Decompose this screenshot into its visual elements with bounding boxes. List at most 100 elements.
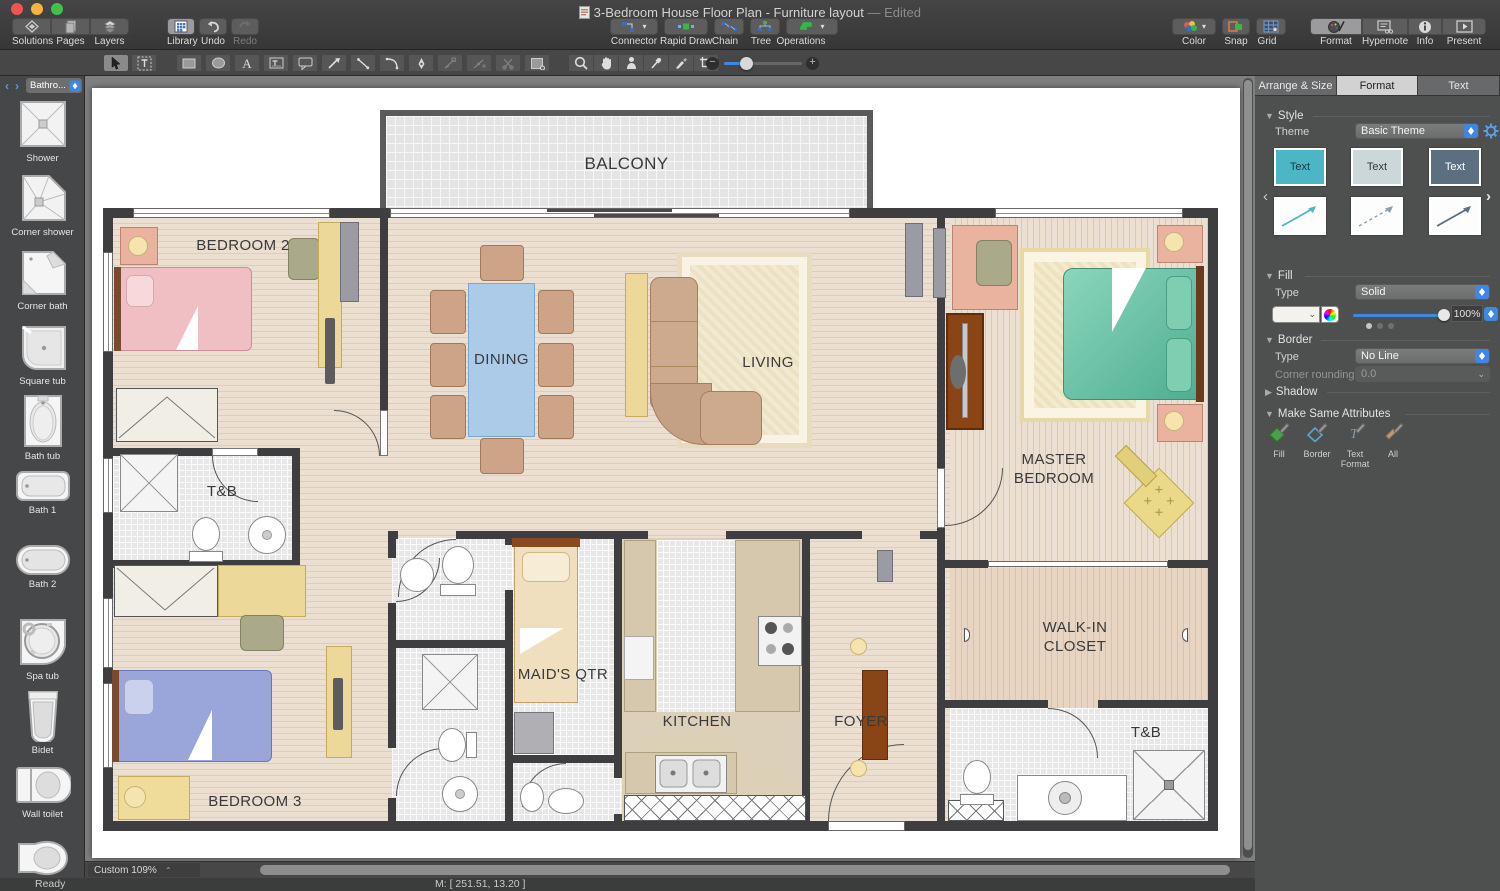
split-tool-button[interactable] [495,54,521,72]
lamp[interactable] [124,786,146,808]
library-shape-shower[interactable]: Shower [0,98,85,164]
textbox-tool-button[interactable] [263,54,289,72]
style-preview-fill-2[interactable]: Text [1351,148,1403,186]
foyer-label[interactable]: FOYER [801,712,921,731]
sink[interactable] [548,788,584,814]
solutions-button[interactable] [12,18,51,35]
style-preview-line-2[interactable] [1351,197,1403,235]
eyedropper-tool-button[interactable] [643,54,669,72]
brush-tool-button[interactable] [668,54,694,72]
library-category-dropdown[interactable]: Bathro... [26,78,82,93]
pan-tool-button[interactable] [593,54,619,72]
format-panel-button[interactable] [1310,18,1362,35]
style-preview-line-3[interactable] [1429,197,1481,235]
pages-button[interactable] [51,18,90,35]
desk[interactable] [218,565,306,617]
desk-chair[interactable] [976,240,1012,286]
master-label[interactable]: MASTER BEDROOM [994,450,1114,488]
opacity-slider-track[interactable] [1353,314,1445,317]
dining-label[interactable]: DINING [468,350,535,369]
bedroom2-label[interactable]: BEDROOM 2 [173,236,313,255]
double-sink[interactable] [655,755,727,793]
shower-stall[interactable] [422,654,478,710]
carousel-dot-active[interactable] [1366,323,1372,329]
style-prev-arrow[interactable]: ‹ [1263,188,1268,205]
opacity-stepper[interactable] [1484,307,1498,321]
style-preview-fill-1[interactable]: Text [1274,148,1326,186]
curve-tool-button[interactable] [379,54,405,72]
living-label[interactable]: LIVING [708,353,828,372]
fill-color-well[interactable]: ⌄ [1272,306,1320,323]
dining-chair[interactable] [430,290,466,334]
fill-type-dropdown[interactable]: Solid [1355,284,1490,300]
theme-dropdown[interactable]: Basic Theme [1355,123,1479,139]
sofa-section[interactable] [700,391,762,445]
toilet[interactable] [520,782,544,812]
ellipse-tool-button[interactable] [205,54,231,72]
lamp[interactable] [1164,411,1184,431]
wall-lamp[interactable] [850,638,867,655]
tv-cabinet[interactable] [946,313,984,430]
zoom-slider-knob[interactable] [740,57,753,70]
library-shape-bath-2[interactable]: Bath 2 [0,544,85,590]
connector-button[interactable]: ▾ [610,18,658,35]
select-tool-button[interactable] [103,54,129,72]
stove[interactable] [758,616,802,666]
border-section-header[interactable]: ▼Border [1265,334,1312,346]
border-type-dropdown[interactable]: No Line [1355,348,1490,364]
pen-tool-button[interactable] [408,54,434,72]
dining-chair[interactable] [430,395,466,439]
library-shape-corner-shower[interactable]: Corner shower [0,172,85,238]
dining-chair[interactable] [430,343,466,387]
vertical-scroll-thumb[interactable] [1244,80,1252,850]
theme-gear-icon[interactable] [1483,123,1499,139]
rapid-draw-button[interactable] [664,18,708,35]
text-tool-button[interactable]: A [234,54,260,72]
carousel-dot[interactable] [1377,323,1383,329]
toilet[interactable] [438,728,466,762]
zoom-out-button[interactable]: − [706,57,719,70]
layers-button[interactable] [90,18,129,35]
cabinet[interactable] [933,228,946,298]
chain-button[interactable] [714,18,744,35]
snap-button[interactable] [1222,18,1250,35]
library-shape-square-tub[interactable]: Square tub [0,321,85,387]
stamp-tool-button[interactable] [618,54,644,72]
zoom-tool-button[interactable] [568,54,594,72]
balcony-label[interactable]: BALCONY [380,154,873,173]
library-forward-arrow[interactable]: › [15,79,19,93]
sink[interactable] [400,558,434,592]
line-tool-button[interactable] [350,54,376,72]
hypernote-button[interactable] [1362,18,1408,35]
library-button[interactable] [167,18,195,35]
arrow-tool-button[interactable] [321,54,347,72]
opacity-slider-knob[interactable] [1438,309,1450,321]
library-shape-spa-tub[interactable]: Spa tub [0,616,85,682]
library-shape-wall-toilet[interactable]: Wall toilet [0,764,85,820]
toilet[interactable] [963,760,991,794]
info-button[interactable] [1408,18,1442,35]
cabinet[interactable] [340,222,359,302]
tab-format[interactable]: Format [1337,76,1418,96]
vertical-scrollbar[interactable] [1243,78,1253,858]
kitchen-counter[interactable] [624,540,656,712]
dining-chair[interactable] [538,290,574,334]
grid-button[interactable] [1256,18,1286,35]
horizontal-scroll-thumb[interactable] [260,865,1230,875]
opacity-value-field[interactable]: 100% [1451,305,1483,322]
tb2-label[interactable]: T&B [1111,723,1181,742]
dining-chair[interactable] [538,395,574,439]
canvas-zoom-dropdown[interactable]: Custom 109% ⌃ [88,863,200,877]
callout-tool-button[interactable] [292,54,318,72]
cutting-board[interactable] [624,636,654,680]
drawing-page[interactable]: BALCONY [92,88,1240,858]
wardrobe[interactable] [116,388,218,442]
style-preview-line-1[interactable] [1274,197,1326,235]
dining-chair[interactable] [538,343,574,387]
wardrobe[interactable] [114,565,218,617]
dining-chair[interactable] [480,245,524,281]
library-shape-bath-1[interactable]: Bath 1 [0,470,85,516]
tv[interactable] [333,678,343,730]
color-button[interactable]: ▾ [1172,18,1216,35]
cabinet[interactable] [514,712,554,754]
